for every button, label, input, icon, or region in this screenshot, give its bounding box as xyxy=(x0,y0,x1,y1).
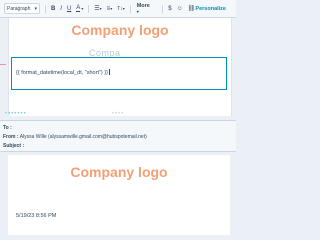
toolbar-divider xyxy=(162,4,164,13)
hubl-expression: {{ format_datetime(local_dt, "short") }} xyxy=(16,70,108,76)
alignment-button[interactable]: ≡ ▾ xyxy=(107,6,113,12)
toolbar-divider xyxy=(88,4,90,13)
email-preview-body: Company logo 5/19/23 8:56 PM xyxy=(8,155,230,235)
toolbar-divider xyxy=(45,4,46,13)
drag-handle-left[interactable]: ••••••• xyxy=(5,111,27,117)
company-logo-text: Company logo xyxy=(70,164,168,180)
text-color-label: A xyxy=(76,5,81,12)
paragraph-style-select[interactable]: Paragraph ▾ xyxy=(4,3,40,14)
chevron-down-icon: ▾ xyxy=(99,6,102,11)
selected-text-module[interactable]: {{ format_datetime(local_dt, "short") }} xyxy=(11,57,227,90)
emoji-icon[interactable]: ☺ xyxy=(177,6,183,12)
chevron-down-icon: ▾ xyxy=(34,5,37,12)
company-logo-text: Company logo xyxy=(71,22,169,38)
text-color-button[interactable]: A ▾ xyxy=(76,5,83,12)
text-size-button[interactable]: T↕ ▾ xyxy=(117,6,125,12)
subject-row: Subject : xyxy=(3,143,24,149)
drag-handle-right[interactable]: •••• xyxy=(112,111,124,117)
subject-label: Subject : xyxy=(3,143,25,149)
bold-button[interactable]: B xyxy=(51,6,55,12)
toolbar-divider xyxy=(129,4,131,13)
more-button[interactable]: More ▾ xyxy=(137,3,153,15)
email-editor: Paragraph ▾ B I U A ▾ ☰ ▾ ≡ ▾ T↕ ▾ More … xyxy=(0,0,236,235)
underline-button[interactable]: U xyxy=(67,6,71,12)
from-row: From : Alyssa Wille (alyssamwille.gmail.… xyxy=(3,134,147,140)
link-icon[interactable]: ⛓ xyxy=(188,5,196,12)
dollar-icon[interactable]: $ xyxy=(168,6,171,12)
hubl-code-line[interactable]: {{ format_datetime(local_dt, "short") }} xyxy=(16,69,110,76)
italic-button[interactable]: I xyxy=(60,6,62,12)
rendered-datetime: 5/19/23 8:56 PM xyxy=(16,213,57,219)
text-cursor xyxy=(108,69,110,75)
bulleted-list-button[interactable]: ☰ ▾ xyxy=(94,5,101,12)
rich-text-toolbar: Paragraph ▾ B I U A ▾ ☰ ▾ ≡ ▾ T↕ ▾ More … xyxy=(0,0,236,18)
from-label: From : xyxy=(3,134,19,140)
chevron-down-icon: ▾ xyxy=(81,6,84,11)
chevron-down-icon: ▾ xyxy=(110,6,113,11)
chevron-down-icon: ▾ xyxy=(122,6,125,11)
email-body-editor[interactable]: Company logo Compa {{ format_datetime(lo… xyxy=(8,18,232,116)
from-value: Alyssa Wille (alyssamwille.gmail.com@hub… xyxy=(19,134,147,140)
paragraph-style-label: Paragraph xyxy=(7,5,31,12)
insertion-marker xyxy=(0,64,6,65)
email-header-preview: To : From : Alyssa Wille (alyssamwille.g… xyxy=(0,120,236,152)
personalize-button[interactable]: Personalize xyxy=(195,6,226,12)
chevron-down-icon: ▾ xyxy=(136,8,139,14)
to-label: To : xyxy=(3,125,12,131)
to-row: To : xyxy=(3,125,12,131)
